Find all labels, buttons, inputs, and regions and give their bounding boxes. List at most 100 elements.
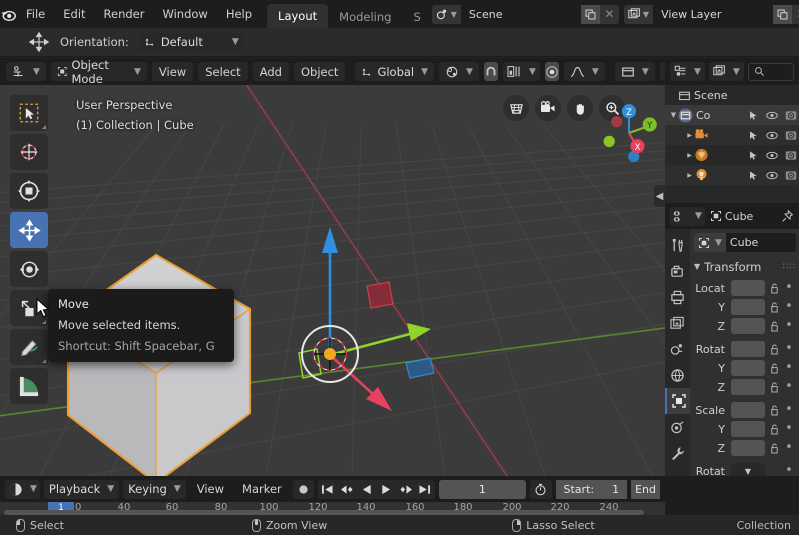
cursor-arrow-icon[interactable] bbox=[748, 130, 759, 141]
grid-toggle-icon[interactable] bbox=[503, 95, 529, 121]
tool-transform[interactable] bbox=[10, 173, 48, 209]
tool-cursor[interactable] bbox=[10, 134, 48, 170]
camera-render-icon[interactable] bbox=[785, 130, 797, 141]
keying-menu[interactable]: Keying ▼ bbox=[123, 479, 186, 499]
unlocked-icon[interactable] bbox=[768, 424, 781, 435]
tab-sculpting[interactable]: S bbox=[402, 6, 431, 28]
properties-editor-type-button[interactable]: ▼ bbox=[670, 206, 705, 226]
rotation-y-field[interactable] bbox=[731, 360, 765, 376]
menu-view[interactable]: View bbox=[151, 62, 194, 81]
properties-tab-constraints[interactable] bbox=[665, 414, 690, 440]
pin-icon[interactable] bbox=[781, 209, 794, 223]
properties-tab-output[interactable] bbox=[665, 284, 690, 310]
transform-panel-header[interactable]: ▼ Transform ∷∷ bbox=[694, 257, 796, 276]
transform-row[interactable]: Y • bbox=[694, 420, 796, 438]
unlocked-icon[interactable] bbox=[768, 302, 781, 313]
properties-editor[interactable]: ▼ Cube ▼ Transform ∷∷ Locat • Y • Z • Ro… bbox=[665, 229, 799, 511]
properties-tab-modifiers[interactable] bbox=[665, 440, 690, 466]
tool-move[interactable] bbox=[10, 212, 48, 248]
tool-measure[interactable] bbox=[10, 368, 48, 404]
playback-menu[interactable]: Playback ▼ bbox=[43, 479, 120, 499]
tool-annotate[interactable] bbox=[10, 329, 48, 365]
transform-row[interactable]: Z • bbox=[694, 378, 796, 396]
menu-select[interactable]: Select bbox=[198, 62, 248, 81]
animate-dot[interactable]: • bbox=[784, 380, 794, 393]
unlocked-icon[interactable] bbox=[768, 382, 781, 393]
tool-select-box[interactable] bbox=[10, 95, 48, 131]
breadcrumb[interactable]: Cube bbox=[710, 210, 753, 223]
location-z-field[interactable] bbox=[731, 318, 765, 334]
snap-options-dropdown[interactable]: ▼ bbox=[502, 62, 540, 81]
scale-x-field[interactable] bbox=[731, 402, 765, 418]
frame-start-field[interactable]: Start: 1 bbox=[555, 479, 628, 499]
menu-file[interactable]: File bbox=[17, 0, 54, 28]
animate-dot[interactable]: • bbox=[784, 361, 794, 374]
tool-rotate[interactable] bbox=[10, 251, 48, 287]
timeline-marker-menu[interactable]: Marker bbox=[235, 482, 289, 496]
eye-icon[interactable] bbox=[766, 170, 778, 181]
falloff-dropdown[interactable]: ▼ bbox=[563, 62, 605, 81]
hand-pan-icon[interactable] bbox=[567, 95, 593, 121]
3d-viewport[interactable]: User Perspective (1) Collection | Cube Z… bbox=[0, 85, 665, 476]
rotation-x-field[interactable] bbox=[731, 341, 765, 357]
animate-dot[interactable]: • bbox=[784, 464, 794, 477]
disclosure-triangle[interactable]: ▶ bbox=[685, 172, 694, 179]
menu-edit[interactable]: Edit bbox=[54, 0, 94, 28]
eye-icon[interactable] bbox=[766, 110, 778, 121]
grip-dots-icon[interactable]: ∷∷ bbox=[783, 262, 796, 272]
proportional-edit-toggle[interactable] bbox=[544, 62, 559, 81]
jump-start-icon[interactable] bbox=[318, 480, 337, 499]
viewlayer-name[interactable]: View Layer bbox=[653, 4, 774, 24]
cursor-arrow-icon[interactable] bbox=[748, 150, 759, 161]
auto-keying-toggle[interactable] bbox=[292, 479, 315, 499]
outliner-row-cube[interactable]: ▶ bbox=[665, 145, 799, 165]
location-x-field[interactable] bbox=[731, 280, 765, 296]
tab-modeling[interactable]: Modeling bbox=[328, 6, 402, 28]
camera-view-icon[interactable] bbox=[535, 95, 561, 121]
play-reverse-icon[interactable] bbox=[357, 480, 376, 499]
close-icon[interactable]: ✕ bbox=[792, 4, 799, 24]
location-y-field[interactable] bbox=[731, 299, 765, 315]
scale-z-field[interactable] bbox=[731, 440, 765, 456]
eye-icon[interactable] bbox=[766, 150, 778, 161]
transform-orientation-dropdown[interactable]: Global ▼ bbox=[355, 62, 435, 81]
menu-window[interactable]: Window bbox=[153, 0, 216, 28]
unlocked-icon[interactable] bbox=[768, 443, 781, 454]
unlocked-icon[interactable] bbox=[768, 405, 781, 416]
duplicate-icon[interactable] bbox=[773, 4, 793, 24]
search-input[interactable] bbox=[747, 62, 794, 81]
properties-tab-tool[interactable] bbox=[665, 232, 690, 258]
properties-tab-view-layer[interactable] bbox=[665, 310, 690, 336]
menu-render[interactable]: Render bbox=[95, 0, 154, 28]
snap-target-dropdown[interactable]: ▼ bbox=[439, 62, 479, 81]
transform-row[interactable]: Scale • bbox=[694, 401, 796, 419]
blender-logo-icon[interactable] bbox=[0, 0, 17, 28]
cursor-arrow-icon[interactable] bbox=[748, 170, 759, 181]
transform-row[interactable]: Z • bbox=[694, 317, 796, 335]
current-frame-field[interactable]: 1 bbox=[438, 479, 527, 499]
menu-help[interactable]: Help bbox=[217, 0, 261, 28]
orientation-dropdown[interactable]: Default ▼ bbox=[138, 32, 244, 52]
outliner-row-collection[interactable]: ▼ Co bbox=[665, 105, 799, 125]
animate-dot[interactable]: • bbox=[784, 319, 794, 332]
unlocked-icon[interactable] bbox=[768, 344, 781, 355]
transform-row[interactable]: Z • bbox=[694, 439, 796, 457]
unlocked-icon[interactable] bbox=[768, 283, 781, 294]
properties-tab-object[interactable] bbox=[665, 388, 690, 414]
duplicate-icon[interactable] bbox=[580, 4, 600, 24]
properties-tab-render[interactable] bbox=[665, 258, 690, 284]
animate-dot[interactable]: • bbox=[784, 281, 794, 294]
object-name-field[interactable]: ▼ Cube bbox=[694, 233, 796, 252]
eye-icon[interactable] bbox=[766, 130, 778, 141]
close-icon[interactable]: ✕ bbox=[599, 4, 619, 24]
transform-row[interactable]: Y • bbox=[694, 298, 796, 316]
disclosure-triangle[interactable]: ▶ bbox=[685, 132, 694, 139]
animate-dot[interactable]: • bbox=[784, 342, 794, 355]
mode-dropdown[interactable]: Object Mode ▼ bbox=[50, 58, 147, 86]
properties-tab-scene[interactable] bbox=[665, 336, 690, 362]
transform-row[interactable]: Y • bbox=[694, 359, 796, 377]
play-icon[interactable] bbox=[376, 480, 395, 499]
menu-object[interactable]: Object bbox=[293, 62, 346, 81]
disclosure-triangle[interactable]: ▼ bbox=[669, 111, 678, 119]
next-keyframe-icon[interactable] bbox=[396, 480, 415, 499]
